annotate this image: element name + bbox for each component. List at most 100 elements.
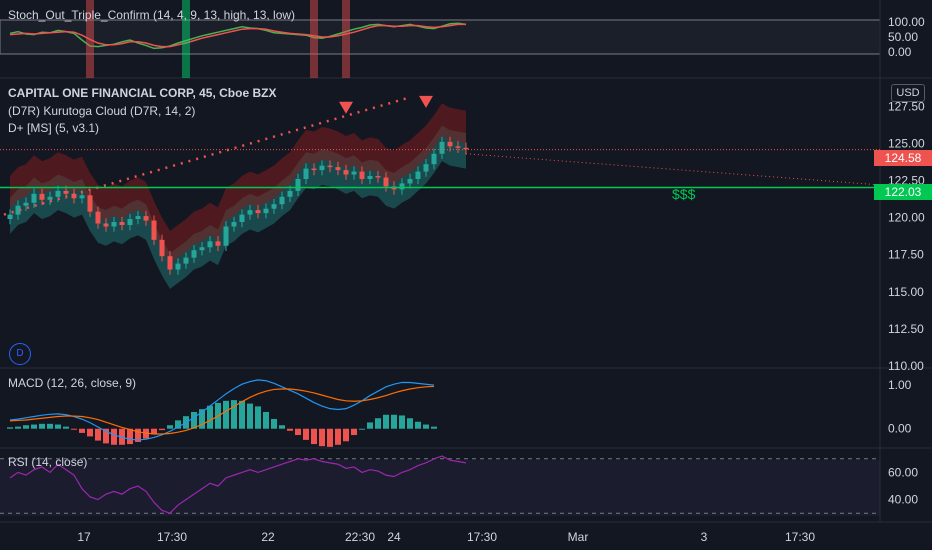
macd-tick-label: 1.00: [888, 378, 912, 392]
stoch-tick-label: 100.00: [888, 15, 925, 29]
candle-body: [255, 210, 261, 214]
price-tick-label: 120.00: [888, 211, 925, 225]
signal-highlight: [310, 0, 318, 78]
sell-marker: [419, 95, 433, 108]
macd-histogram-bar: [399, 415, 405, 429]
macd-histogram-bar: [23, 425, 29, 429]
price-tick-label: 110.00: [888, 359, 924, 373]
macd-histogram-bar: [167, 425, 173, 429]
price-tick-label: 112.50: [888, 322, 924, 336]
last-price-badge: 124.58: [874, 150, 932, 166]
macd-histogram-bar: [95, 428, 101, 441]
candle-body: [55, 190, 61, 197]
candle-body: [215, 241, 221, 246]
candle-body: [383, 177, 389, 187]
candle-body: [463, 147, 469, 150]
target-price-badge: 122.03: [874, 184, 932, 200]
candle-body: [135, 216, 141, 220]
macd-histogram-bar: [247, 403, 253, 429]
candle-body: [231, 222, 237, 227]
candle-body: [439, 141, 445, 154]
macd-histogram-bar: [223, 400, 229, 429]
price-tick-label: 115.00: [888, 285, 924, 299]
candle-body: [47, 196, 53, 200]
macd-histogram-bar: [159, 428, 165, 431]
macd-histogram-bar: [127, 428, 133, 445]
macd-histogram-bar: [231, 400, 237, 429]
time-tick-label: Mar: [568, 530, 589, 544]
time-tick-label: 17:30: [785, 530, 815, 544]
candle-body: [375, 176, 381, 178]
currency-button[interactable]: USD: [891, 84, 925, 102]
macd-histogram-bar: [31, 424, 37, 429]
candle-body: [295, 178, 301, 191]
candle-body: [271, 204, 277, 209]
candle-body: [159, 239, 165, 257]
macd-histogram-bar: [63, 426, 69, 429]
signal-highlight: [342, 0, 350, 78]
time-tick-label: 17:30: [467, 530, 497, 544]
macd-histogram-bar: [263, 411, 269, 429]
chart-title: CAPITAL ONE FINANCIAL CORP, 45, Cboe BZX: [8, 86, 277, 100]
dollar-annotation: $$$: [672, 186, 696, 202]
sell-marker: [339, 101, 353, 114]
candle-body: [191, 250, 197, 258]
stoch-indicator-label: Stoch_Out_Triple_Confirm (14, 4, 9, 13, …: [8, 8, 296, 22]
macd-histogram-bar: [55, 424, 61, 429]
candle-body: [399, 183, 405, 190]
macd-histogram-bar: [7, 427, 13, 429]
candle-body: [7, 214, 13, 220]
rsi-tick-label: 60.00: [888, 465, 918, 479]
candle-body: [31, 193, 37, 203]
price-tick-label: 117.50: [888, 248, 924, 262]
candle-body: [87, 195, 93, 212]
candle-body: [175, 263, 181, 270]
candle-body: [39, 193, 45, 200]
candle-body: [455, 146, 461, 148]
macd-histogram-bar: [87, 428, 93, 437]
macd-histogram-bar: [279, 425, 285, 429]
candle-body: [167, 256, 173, 270]
macd-histogram-bar: [335, 428, 341, 445]
candle-body: [447, 141, 453, 147]
candle-body: [327, 165, 333, 168]
macd-histogram-bar: [343, 428, 349, 442]
candle-body: [63, 190, 69, 194]
projection-line: [465, 153, 881, 186]
macd-histogram-bar: [303, 428, 309, 440]
macd-histogram-bar: [191, 411, 197, 429]
macd-histogram-bar: [295, 428, 301, 436]
candle-body: [127, 219, 133, 225]
macd-histogram-bar: [271, 418, 277, 429]
candle-body: [23, 202, 29, 206]
candle-body: [311, 168, 317, 171]
candle-body: [79, 195, 85, 199]
dividend-badge[interactable]: D: [9, 343, 31, 365]
chart-canvas[interactable]: 127.50125.00122.50120.00117.50115.00112.…: [0, 0, 932, 550]
candle-body: [223, 226, 229, 246]
macd-histogram-bar: [47, 423, 53, 429]
macd-histogram-bar: [207, 405, 213, 429]
time-tick-label: 22:30: [345, 530, 375, 544]
macd-histogram-bar: [431, 426, 437, 429]
candle-body: [423, 164, 429, 172]
macd-tick-label: 0.00: [888, 422, 912, 436]
candle-body: [247, 210, 253, 215]
macd-histogram-bar: [415, 421, 421, 429]
candle-body: [319, 165, 325, 171]
macd-histogram-bar: [79, 428, 85, 433]
macd-histogram-bar: [287, 428, 293, 431]
macd-histogram-bar: [239, 400, 245, 429]
candle-body: [239, 214, 245, 223]
macd-histogram-bar: [359, 428, 365, 430]
candle-body: [335, 167, 341, 171]
kurutoga-indicator-label: (D7R) Kurutoga Cloud (D7R, 14, 2): [8, 104, 196, 118]
candle-body: [207, 241, 213, 248]
macd-histogram-bar: [311, 428, 317, 445]
candle-body: [143, 216, 149, 221]
macd-histogram-bar: [407, 418, 413, 429]
rsi-tick-label: 40.00: [888, 493, 918, 507]
candle-body: [279, 196, 285, 205]
candle-body: [151, 220, 157, 240]
price-tick-label: 125.00: [888, 136, 925, 150]
